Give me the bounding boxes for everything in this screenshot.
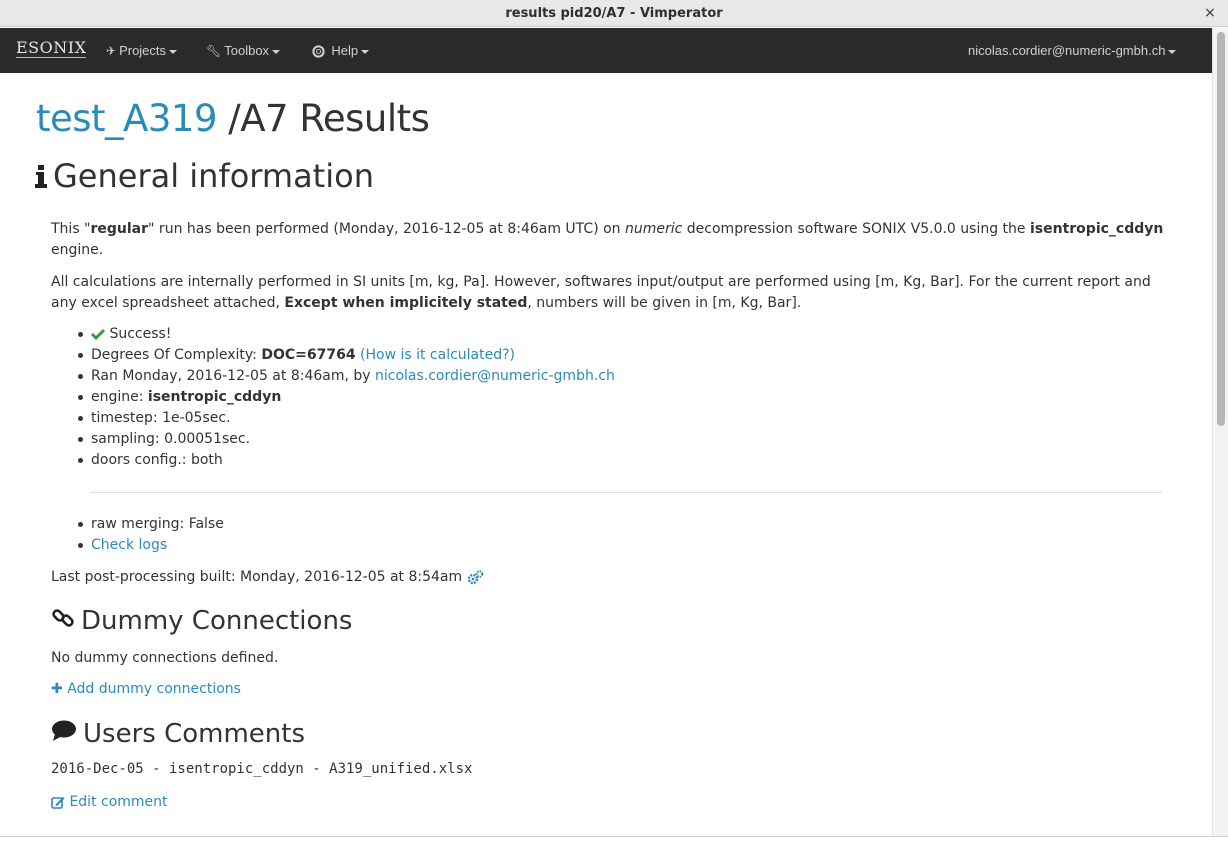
success-text: Success! [109,326,172,342]
vendor-name: numeric [625,221,683,237]
comment-icon [51,719,77,750]
user-menu[interactable]: nicolas.cordier@numeric-gmbh.ch [968,28,1177,73]
window-title: results pid20/A7 - Vimperator [505,6,723,21]
check-icon [91,326,109,342]
list-item: timestep: 1e-05sec. [78,408,615,429]
list-item: Success! [78,324,615,345]
sampling-text: sampling: 0.00051sec. [91,431,251,447]
nav-projects-label: Projects [119,43,167,58]
info-icon [35,159,47,197]
list-item: Check logs [78,535,224,556]
caret-down-icon [272,49,281,54]
nav-toolbox-menu[interactable]: 🔧︎ Toolbox [206,28,281,73]
post-processing-text: Last post-processing built: Monday, 2016… [51,569,463,585]
add-dummy-row: ✚ Add dummy connections [51,679,1166,700]
close-icon[interactable]: × [1202,5,1218,21]
add-dummy-label: Add dummy connections [67,681,241,697]
page-title: test_A319 /A7 Results [36,97,430,140]
ran-user-link[interactable]: nicolas.cordier@numeric-gmbh.ch [375,368,615,384]
add-dummy-connections-link[interactable]: ✚ Add dummy connections [51,681,241,697]
p1-text-c: " run has been performed (Monday, 2016-1… [148,221,625,237]
divider [90,492,1162,493]
edit-comment-link[interactable]: Edit comment [51,794,168,810]
list-item: Ran Monday, 2016-12-05 at 8:46am, by nic… [78,366,615,387]
plane-icon: ✈ [106,44,117,58]
ran-label: Ran Monday, 2016-12-05 at 8:46am, by [91,368,375,384]
list-item: doors config.: both [78,450,615,471]
no-dummy-text: No dummy connections defined. [51,648,1166,669]
list-item: engine: isentropic_cddyn [78,387,615,408]
units-emphasis: Except when implicitely stated [284,295,528,311]
no-dummy-label: No dummy connections defined. [51,650,279,666]
lifebuoy-icon [312,44,328,58]
nav-help-label: Help [331,43,359,58]
users-comments-heading-text: Users Comments [83,719,306,749]
raw-merging-text: raw merging: False [91,516,224,532]
p1-text-e: decompression software SONIX V5.0.0 usin… [682,221,1030,237]
doors-config-text: doors config.: both [91,452,223,468]
caret-down-icon [361,49,370,54]
nav-projects-menu[interactable]: ✈ Projects [106,28,178,73]
window-bottom-edge [0,836,1228,856]
doc-help-link[interactable]: (How is it calculated?) [360,347,515,363]
comment-text: 2016-Dec-05 - isentropic_cddyn - A319_un… [51,761,473,777]
post-processing-info: Last post-processing built: Monday, 2016… [51,567,1166,588]
user-email: nicolas.cordier@numeric-gmbh.ch [968,43,1166,58]
general-info-heading-text: General information [53,157,374,195]
scrollbar-thumb[interactable] [1217,32,1225,426]
cogs-icon[interactable] [467,569,484,585]
nav-toolbox-label: Toolbox [224,43,270,58]
check-logs-link[interactable]: Check logs [91,537,167,553]
units-description: All calculations are internally performe… [51,272,1166,314]
run-info-list: Success! Degrees Of Complexity: DOC=6776… [78,324,615,471]
caret-down-icon [169,49,178,54]
run-description: This "regular" run has been performed (M… [51,219,1166,261]
page-title-rest: /A7 Results [217,97,430,140]
page-content: test_A319 /A7 Results General informatio… [0,73,1212,836]
engine-value: isentropic_cddyn [147,389,282,405]
users-comments-heading: Users Comments [51,719,305,750]
p1-text-a: This " [51,221,91,237]
dummy-connections-heading-text: Dummy Connections [81,606,353,636]
engine-name: isentropic_cddyn [1029,221,1164,237]
run-type: regular [90,221,149,237]
list-item: sampling: 0.00051sec. [78,429,615,450]
general-info-heading: General information [35,157,374,197]
p2-text-c: , numbers will be given in [m, Kg, Bar]. [527,295,802,311]
engine-label: engine: [91,389,148,405]
timestep-text: timestep: 1e-05sec. [91,410,231,426]
edit-comment-label: Edit comment [69,794,168,810]
brand-logo[interactable]: ESONIX [16,39,87,58]
edit-comment-row: Edit comment [51,792,1166,813]
dummy-connections-heading: Dummy Connections [51,606,352,637]
doc-label: Degrees Of Complexity: [91,347,262,363]
vertical-scrollbar[interactable] [1212,28,1228,836]
list-item: Degrees Of Complexity: DOC=67764 (How is… [78,345,615,366]
edit-icon [51,794,69,810]
window-titlebar: results pid20/A7 - Vimperator × [0,0,1228,27]
list-item: raw merging: False [78,514,224,535]
run-extra-list: raw merging: False Check logs [78,514,224,556]
link-icon [51,606,75,637]
nav-help-menu[interactable]: Help [312,28,370,73]
project-link[interactable]: test_A319 [36,97,218,140]
doc-value: DOC=67764 [261,347,356,363]
caret-down-icon [1168,49,1177,54]
wrench-icon: 🔧︎ [206,44,222,58]
top-navbar: ESONIX ✈ Projects 🔧︎ Toolbox Help nicolas.… [0,28,1212,73]
p1-text-g: engine. [51,242,104,258]
plus-icon: ✚ [51,681,63,697]
